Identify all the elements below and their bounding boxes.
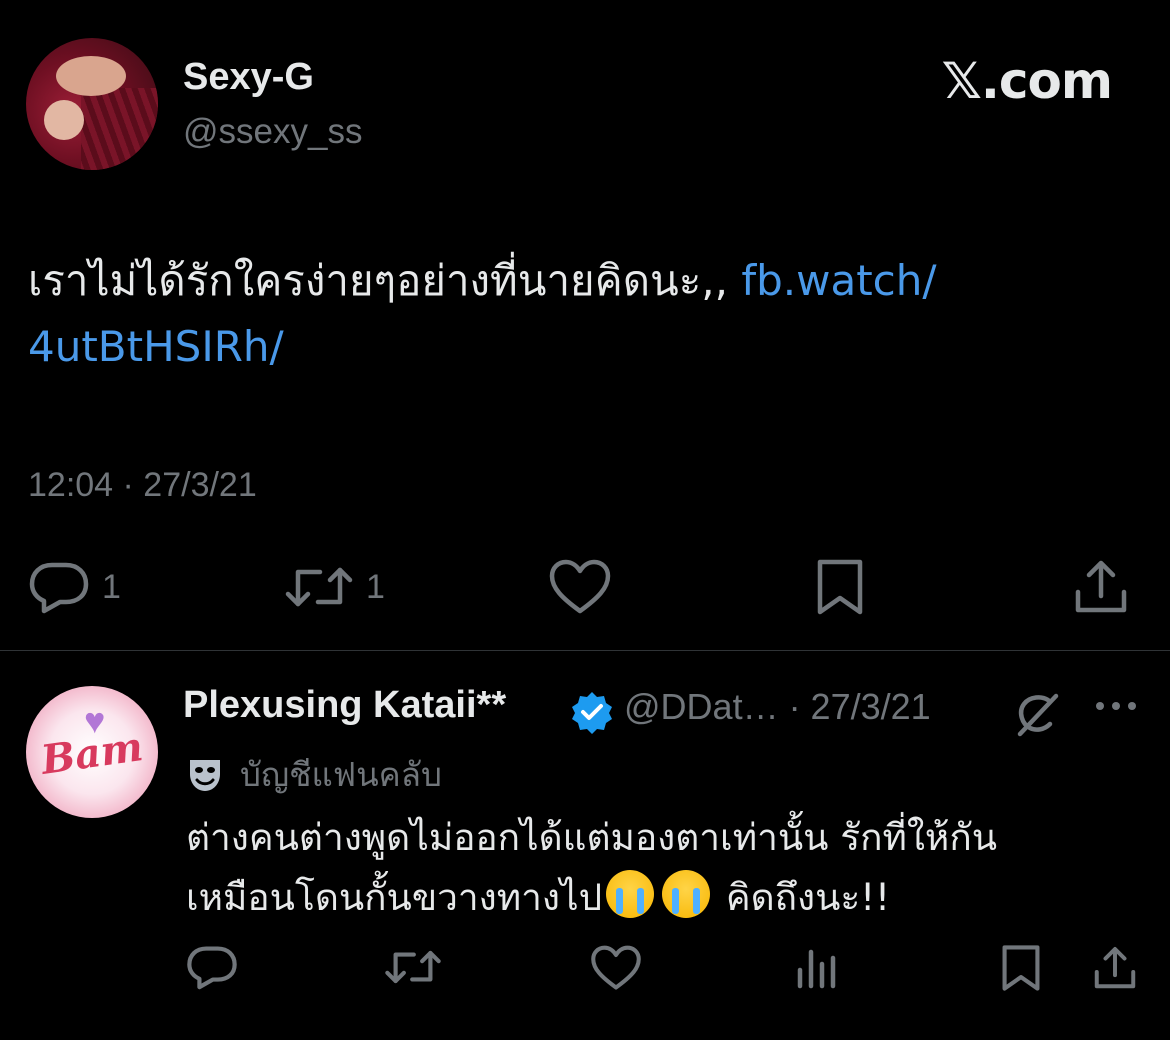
loudly-crying-face-emoji [662, 870, 711, 918]
reply-text: ต่างคนต่างพูดไม่ออกได้แต่มองตาเท่านั้น ร… [186, 808, 1146, 928]
share-icon [1094, 946, 1136, 989]
reply-like-button[interactable] [590, 944, 642, 992]
timestamp[interactable]: 12:04 · 27/3/21 [28, 466, 257, 505]
tweet-text: เราไม่ได้รักใครง่ายๆอย่างที่นายคิดนะ,, f… [28, 248, 1138, 380]
repost-icon [385, 950, 441, 984]
reply-share-button[interactable] [1092, 944, 1138, 992]
reply-views-button[interactable] [796, 946, 840, 990]
avatar[interactable] [26, 38, 158, 170]
tweet-screenshot: Sexy-G @ssexy_ss 𝕏.com เราไม่ได้รักใครง่… [0, 0, 1170, 1040]
bookmark-icon [1002, 945, 1040, 991]
share-button[interactable] [1072, 558, 1130, 616]
avatar-text: Bam [38, 723, 146, 784]
reply-handle-date[interactable]: @DDat… · 27/3/21 [624, 686, 931, 728]
bookmark-icon [817, 559, 863, 615]
reply-icon [187, 946, 237, 990]
action-bar: 1 1 [0, 556, 1170, 616]
loudly-crying-face-emoji [606, 870, 655, 918]
user-handle[interactable]: @ssexy_ss [183, 112, 362, 152]
more-icon[interactable] [1094, 700, 1138, 712]
reply-text-line-2a: เหมือนโดนกั้นขวางทางไป [186, 876, 603, 919]
fanclub-label: บัญชีแฟนคลับ [240, 755, 442, 794]
views-icon [797, 949, 836, 989]
reply-text-line-2b: คิดถึงนะ!! [714, 876, 890, 919]
reply-text-line-2: เหมือนโดนกั้นขวางทางไป คิดถึงนะ!! [186, 868, 1146, 928]
reply-button[interactable]: 1 [28, 560, 121, 614]
theater-mask-icon [190, 759, 220, 791]
reply-action-bar [0, 942, 1170, 998]
share-icon [1075, 560, 1127, 613]
reply-text-line-1: ต่างคนต่างพูดไม่ออกได้แต่มองตาเท่านั้น ร… [186, 816, 998, 859]
display-name[interactable]: Sexy-G [183, 56, 314, 99]
repost-count: 1 [366, 567, 385, 606]
reply-avatar[interactable]: ♥ Bam [26, 686, 158, 818]
reply-reply-button[interactable] [186, 944, 238, 990]
reply-bookmark-button[interactable] [998, 944, 1044, 992]
grok-icon[interactable] [1014, 690, 1062, 738]
x-logo-label: 𝕏.com [941, 52, 1113, 110]
reply-display-name[interactable]: Plexusing Kataii** [183, 684, 506, 727]
like-icon [549, 559, 611, 614]
like-button[interactable] [548, 558, 612, 616]
divider [0, 650, 1170, 651]
verified-icon [572, 692, 612, 734]
reply-icon [29, 562, 89, 614]
fanclub-badge: บัญชีแฟนคลับ [186, 748, 442, 801]
reply-count: 1 [102, 567, 121, 606]
bookmark-button[interactable] [812, 558, 868, 616]
repost-icon [285, 567, 353, 607]
reply-repost-button[interactable] [384, 944, 442, 990]
like-icon [591, 945, 641, 990]
tweet-body: เราไม่ได้รักใครง่ายๆอย่างที่นายคิดนะ,, [28, 256, 742, 305]
repost-button[interactable]: 1 [284, 560, 385, 614]
